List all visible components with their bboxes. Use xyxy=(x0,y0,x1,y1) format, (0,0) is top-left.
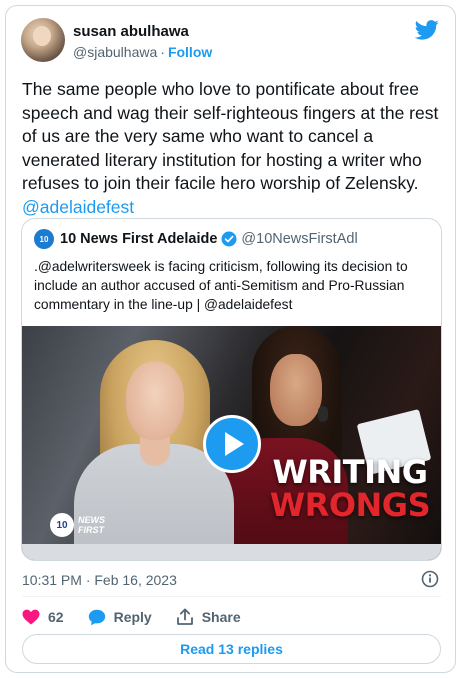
quoted-author-handle[interactable]: @10NewsFirstAdl xyxy=(241,231,357,247)
news-logo-line1: NEWS xyxy=(78,515,105,525)
reply-button[interactable]: Reply xyxy=(88,609,152,626)
share-label: Share xyxy=(201,609,241,625)
info-icon[interactable] xyxy=(421,570,439,588)
video-title-line1: WRITING xyxy=(272,453,428,491)
play-icon xyxy=(225,432,244,456)
like-button[interactable]: 62 xyxy=(22,609,64,625)
tweet-timestamp[interactable]: 10:31 PM · Feb 16, 2023 xyxy=(22,572,177,588)
read-replies-button[interactable]: Read 13 replies xyxy=(22,634,441,664)
share-button[interactable]: Share xyxy=(176,608,241,626)
video-player[interactable]: WRITING WRONGS 10 NEWS FIRST xyxy=(22,326,441,560)
divider xyxy=(22,596,441,597)
mention-link[interactable]: @adelaidefest xyxy=(22,197,134,217)
video-title-line2: WRONGS xyxy=(269,486,431,524)
tweet-body: The same people who love to pontificate … xyxy=(22,79,439,193)
like-count: 62 xyxy=(48,609,64,625)
author-block: susan abulhawa @sjabulhawa · Follow xyxy=(73,22,212,62)
tweet-text: The same people who love to pontificate … xyxy=(22,78,442,219)
play-button[interactable] xyxy=(203,415,261,473)
quoted-tweet[interactable]: 10 10 News First Adelaide @10NewsFirstAd… xyxy=(21,218,442,561)
quoted-avatar[interactable]: 10 xyxy=(34,229,54,249)
author-meta: @sjabulhawa · Follow xyxy=(73,43,212,62)
quoted-text: .@adelwritersweek is facing criticism, f… xyxy=(34,259,408,312)
share-icon xyxy=(176,608,193,625)
quoted-header: 10 10 News First Adelaide @10NewsFirstAd… xyxy=(34,229,358,249)
author-name[interactable]: susan abulhawa xyxy=(73,22,212,41)
news-logo-text: NEWS FIRST xyxy=(78,515,105,535)
news-logo: 10 NEWS FIRST xyxy=(50,513,105,537)
news-logo-line2: FIRST xyxy=(78,525,104,535)
microphone xyxy=(318,406,328,422)
author-handle[interactable]: @sjabulhawa xyxy=(73,44,157,60)
video-desk xyxy=(22,544,441,560)
heart-icon xyxy=(22,609,40,625)
tweet-card: susan abulhawa @sjabulhawa · Follow The sa… xyxy=(5,5,456,673)
twitter-bird-icon[interactable] xyxy=(415,20,439,40)
reply-bubble-icon xyxy=(88,609,105,625)
follow-link[interactable]: Follow xyxy=(168,44,212,60)
avatar[interactable] xyxy=(21,18,65,62)
action-bar: 62 Reply Share xyxy=(22,604,265,630)
reply-label: Reply xyxy=(113,609,152,625)
video-woman-face xyxy=(270,354,322,426)
separator-dot: · xyxy=(160,44,165,60)
read-replies-label: Read 13 replies xyxy=(180,641,283,657)
video-title: WRITING WRONGS xyxy=(255,453,441,524)
news-logo-number: 10 xyxy=(50,513,74,537)
video-anchor-face xyxy=(126,362,184,440)
verified-badge-icon xyxy=(221,231,237,247)
quoted-author-name[interactable]: 10 News First Adelaide xyxy=(60,231,217,247)
